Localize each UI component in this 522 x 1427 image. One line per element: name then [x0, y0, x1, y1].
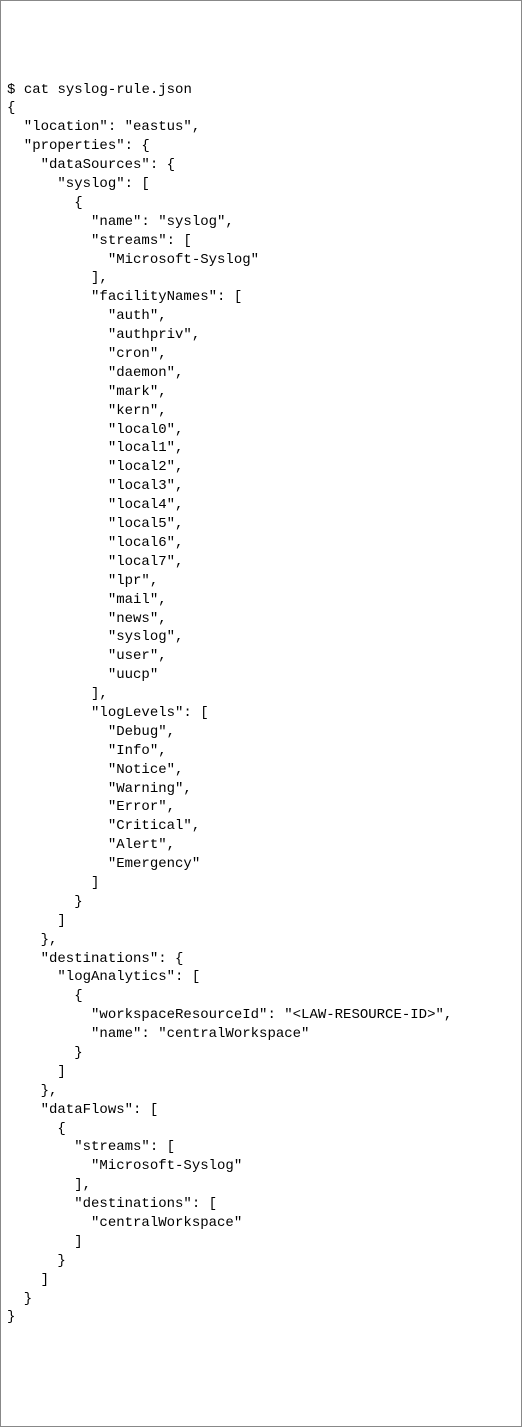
json-output: { "location": "eastus", "properties": { …: [7, 100, 452, 1325]
prompt-symbol: $: [7, 82, 15, 98]
command-name: cat: [24, 82, 49, 98]
terminal-output: $ cat syslog-rule.json { "location": "ea…: [7, 81, 515, 1328]
command-arg: syslog-rule.json: [57, 82, 191, 98]
